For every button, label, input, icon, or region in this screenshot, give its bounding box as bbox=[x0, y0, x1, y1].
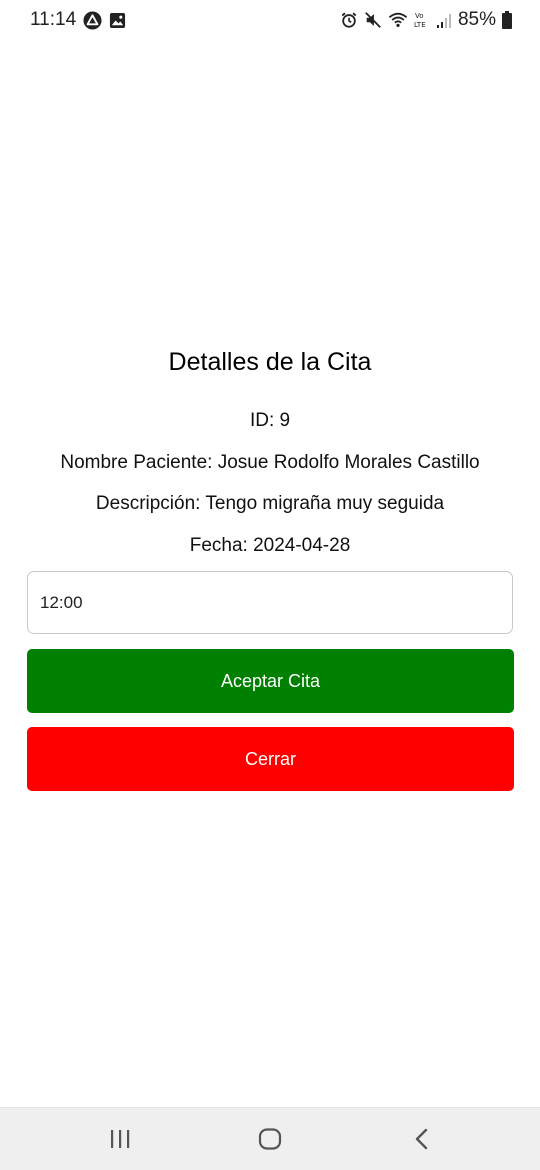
back-icon bbox=[415, 1128, 428, 1150]
expo-icon bbox=[83, 10, 102, 30]
status-bar: 11:14 Vo LTE 85% bbox=[0, 0, 540, 42]
navigation-bar bbox=[0, 1107, 540, 1170]
appointment-description: Descripción: Tengo migraña muy seguida bbox=[95, 493, 445, 514]
recents-icon bbox=[111, 1130, 130, 1148]
dialog-title: Detalles de la Cita bbox=[168, 348, 372, 376]
patient-name: Nombre Paciente: Josue Rodolfo Morales C… bbox=[60, 451, 480, 473]
close-button[interactable]: Cerrar bbox=[27, 727, 514, 791]
svg-text:LTE: LTE bbox=[414, 21, 426, 29]
alarm-icon bbox=[340, 11, 358, 29]
home-icon bbox=[258, 1128, 282, 1150]
mute-icon bbox=[364, 11, 382, 29]
appointment-date: Fecha: 2024-04-28 bbox=[189, 534, 351, 556]
wifi-icon bbox=[388, 11, 408, 29]
status-right: Vo LTE 85% bbox=[340, 9, 512, 31]
battery-percent: 85% bbox=[457, 9, 496, 30]
accept-appointment-button[interactable]: Aceptar Cita bbox=[27, 649, 514, 713]
signal-icon bbox=[436, 12, 452, 29]
time-input[interactable] bbox=[27, 571, 513, 634]
gallery-icon bbox=[109, 12, 126, 29]
home-button[interactable] bbox=[230, 1108, 310, 1170]
svg-text:Vo: Vo bbox=[415, 12, 424, 20]
battery-icon bbox=[502, 11, 512, 29]
appointment-details: Detalles de la Cita ID: 9 Nombre Pacient… bbox=[0, 340, 540, 566]
back-button[interactable] bbox=[382, 1108, 462, 1170]
recents-button[interactable] bbox=[80, 1108, 160, 1170]
status-left: 11:14 bbox=[30, 9, 126, 31]
status-time: 11:14 bbox=[30, 9, 77, 30]
volte-icon: Vo LTE bbox=[414, 11, 430, 29]
appointment-id: ID: 9 bbox=[249, 410, 291, 431]
